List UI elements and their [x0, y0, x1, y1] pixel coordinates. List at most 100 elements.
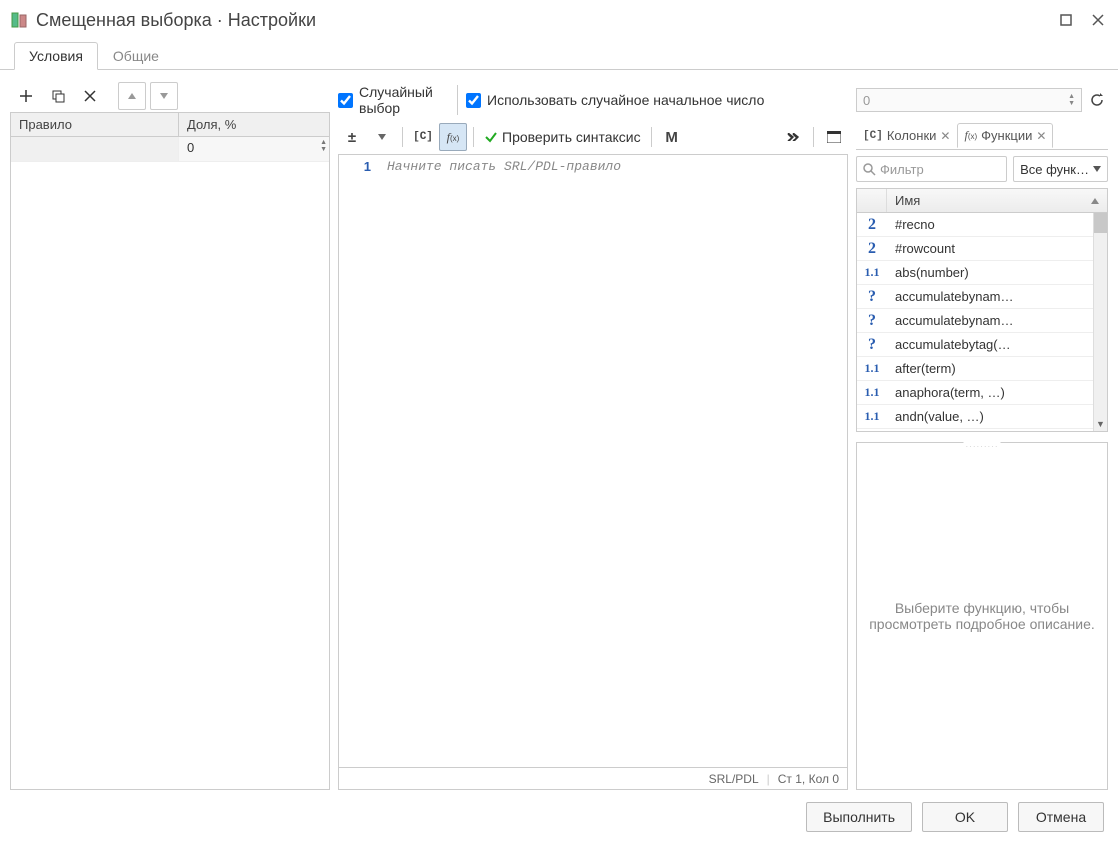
function-name: #rowcount [887, 241, 1107, 256]
plusminus-button[interactable]: ± [338, 123, 366, 151]
editor-statusbar: SRL/PDL | Ст 1, Кол 0 [339, 767, 847, 789]
random-select-checkbox[interactable] [338, 93, 353, 108]
function-row[interactable]: 2#rowcount [857, 237, 1107, 261]
titlebar: Смещенная выборка · Настройки [0, 0, 1118, 40]
ok-button[interactable]: OK [922, 802, 1008, 832]
dialog-footer: Выполнить OK Отмена [0, 790, 1118, 844]
app-icon [10, 11, 28, 29]
function-name: anaphora(term, …) [887, 385, 1107, 400]
function-type-icon: ? [857, 288, 887, 306]
run-button[interactable]: Выполнить [806, 802, 912, 832]
function-name: accumulatebynam… [887, 313, 1107, 328]
delete-rule-button[interactable] [76, 82, 104, 110]
function-filter-input[interactable]: Фильтр [856, 156, 1007, 182]
tab-general[interactable]: Общие [98, 42, 174, 70]
function-category-combo[interactable]: Все функ… [1013, 156, 1108, 182]
function-type-icon: 1.1 [857, 265, 887, 280]
functions-grid: Имя 2#recno2#rowcount1.1abs(number)?accu… [856, 188, 1108, 432]
more-button[interactable] [779, 123, 807, 151]
side-panel-tabs: [C] Колонки ✕ f(x) Функции ✕ [856, 120, 1108, 150]
col-rule-header[interactable]: Правило [11, 113, 179, 136]
layout-button[interactable] [820, 123, 848, 151]
panel-tab-columns[interactable]: [C] Колонки ✕ [856, 123, 957, 148]
use-seed-option[interactable]: Использовать случайное начальное число [466, 92, 777, 108]
function-row[interactable]: ?accumulatebynam… [857, 309, 1107, 333]
function-row[interactable]: 2#recno [857, 213, 1107, 237]
function-type-icon: 2 [857, 240, 887, 258]
function-name: accumulatebynam… [887, 289, 1107, 304]
function-name: after(term) [887, 361, 1107, 376]
side-panel: 0 ▲▼ [C] Колонки ✕ f(x) Функции ✕ Фильтр [856, 80, 1108, 790]
add-rule-button[interactable] [12, 82, 40, 110]
col-share-header[interactable]: Доля, % [179, 113, 329, 136]
rule-cell[interactable] [11, 137, 179, 161]
status-position: Ст 1, Кол 0 [778, 772, 839, 786]
filter-placeholder: Фильтр [880, 162, 924, 177]
function-row[interactable]: ?accumulatebynam… [857, 285, 1107, 309]
functions-icon: f(x) [964, 128, 977, 143]
status-language: SRL/PDL [709, 772, 759, 786]
functions-scrollbar[interactable]: ▼ [1093, 213, 1107, 431]
move-down-button[interactable] [150, 82, 178, 110]
m-button[interactable]: M [658, 123, 686, 151]
functions-grid-header: Имя [857, 189, 1107, 213]
panel-tab-functions[interactable]: f(x) Функции ✕ [957, 123, 1053, 148]
use-seed-checkbox[interactable] [466, 93, 481, 108]
close-columns-tab[interactable]: ✕ [940, 129, 950, 143]
share-value: 0 [187, 140, 194, 155]
function-description: Выберите функцию, чтобы просмотреть подр… [856, 442, 1108, 790]
function-type-icon: 1.1 [857, 409, 887, 424]
function-name: accumulatebytag(… [887, 337, 1107, 352]
check-syntax-button[interactable]: Проверить синтаксис [480, 129, 645, 145]
columns-button[interactable]: [C] [409, 123, 437, 151]
icon-column-header[interactable] [857, 189, 887, 212]
rules-toolbar [10, 80, 330, 112]
functions-button[interactable]: f(x) [439, 123, 467, 151]
description-placeholder: Выберите функцию, чтобы просмотреть подр… [867, 600, 1097, 632]
share-spinner[interactable]: ▲▼ [320, 139, 327, 153]
seed-spinner[interactable]: ▲▼ [1068, 93, 1075, 107]
panel-tab-columns-label: Колонки [887, 128, 937, 143]
close-functions-tab[interactable]: ✕ [1036, 129, 1046, 143]
random-select-label: Случайный выбор [359, 84, 449, 116]
copy-rule-button[interactable] [44, 82, 72, 110]
function-row[interactable]: 1.1anaphora(term, …) [857, 381, 1107, 405]
cancel-button[interactable]: Отмена [1018, 802, 1104, 832]
editor-pane: Случайный выбор Использовать случайное н… [338, 80, 848, 790]
code-editor: 1 Начните писать SRL/PDL-правило SRL/PDL… [338, 154, 848, 790]
function-row[interactable]: 1.1after(term) [857, 357, 1107, 381]
function-row[interactable]: 1.1andn(value, …) [857, 405, 1107, 429]
seed-value: 0 [863, 93, 870, 108]
editor-body[interactable]: 1 Начните писать SRL/PDL-правило [339, 155, 847, 767]
maximize-button[interactable] [1056, 10, 1076, 30]
sort-asc-icon [1091, 198, 1099, 204]
share-cell[interactable]: 0 ▲▼ [179, 137, 329, 161]
content-area: Правило Доля, % 0 ▲▼ Случайный выбор Исп… [0, 70, 1118, 790]
use-seed-label: Использовать случайное начальное число [487, 92, 777, 108]
rule-row[interactable]: 0 ▲▼ [11, 137, 329, 162]
name-column-header[interactable]: Имя [887, 193, 1107, 208]
function-type-icon: ? [857, 336, 887, 354]
main-tabstrip: Условия Общие [0, 40, 1118, 70]
seed-refresh-button[interactable] [1086, 89, 1108, 111]
random-select-option[interactable]: Случайный выбор [338, 84, 449, 116]
function-row[interactable]: 1.1abs(number) [857, 261, 1107, 285]
tab-conditions[interactable]: Условия [14, 42, 98, 70]
editor-text[interactable]: Начните писать SRL/PDL-правило [379, 155, 847, 767]
functions-grid-body: 2#recno2#rowcount1.1abs(number)?accumula… [857, 213, 1107, 431]
columns-icon: [C] [863, 130, 883, 142]
function-row[interactable]: ?accumulatebytag(… [857, 333, 1107, 357]
toolbar-dropdown[interactable] [368, 123, 396, 151]
rules-grid: Правило Доля, % 0 ▲▼ [10, 112, 330, 790]
function-name: abs(number) [887, 265, 1107, 280]
function-type-icon: 2 [857, 216, 887, 234]
chevron-down-icon [1093, 166, 1101, 172]
function-filter-row: Фильтр Все функ… [856, 150, 1108, 188]
function-type-icon: 1.1 [857, 361, 887, 376]
seed-row: 0 ▲▼ [856, 80, 1108, 120]
editor-toolbar: ± [C] f(x) Проверить синтаксис M [338, 120, 848, 154]
close-button[interactable] [1088, 10, 1108, 30]
move-up-button[interactable] [118, 82, 146, 110]
seed-input[interactable]: 0 ▲▼ [856, 88, 1082, 112]
panel-tab-functions-label: Функции [981, 128, 1032, 143]
